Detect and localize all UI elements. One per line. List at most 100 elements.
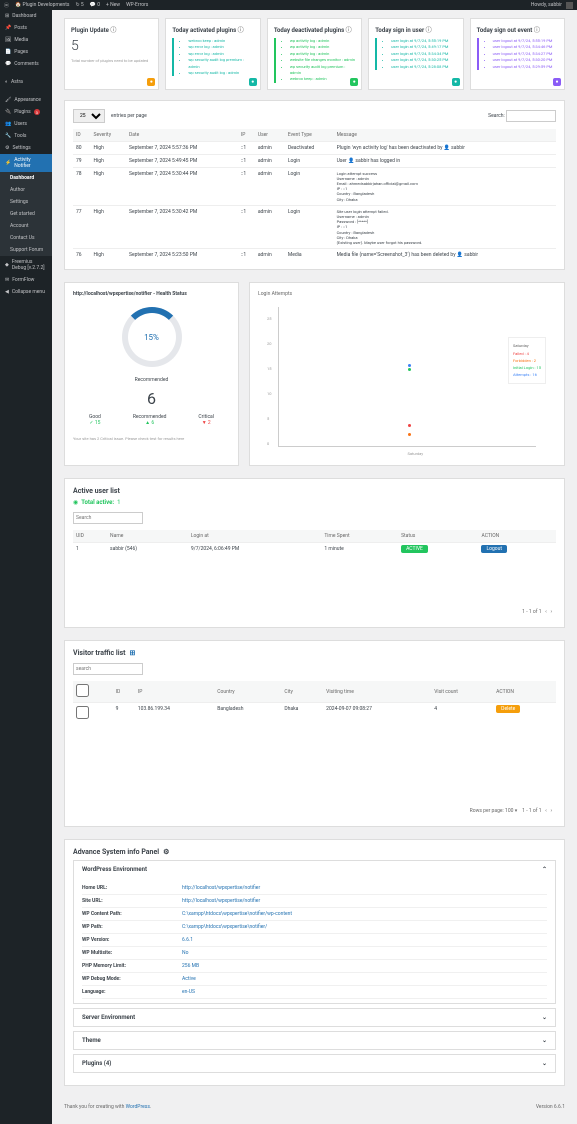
submenu-account[interactable]: Account	[0, 220, 52, 232]
visitor-title: Visitor traffic list	[73, 649, 126, 657]
wp-logo-icon[interactable]: ⓦ	[4, 2, 9, 9]
health-panel: http://localhost/wpxpertise/notifier - H…	[64, 282, 239, 466]
active-users-table: UIDNameLogin atTime SpentStatusACTION 1s…	[73, 530, 556, 555]
submenu-dashboard[interactable]: Dashboard	[0, 172, 52, 184]
search-label: Search:	[488, 113, 505, 119]
delete-button[interactable]: Delete	[496, 705, 520, 713]
card-corner-icon: ●	[452, 78, 460, 86]
comments-link[interactable]: 💬 0	[90, 2, 100, 8]
sysinfo-row: Site URL:http://localhost/wpxpertise/not…	[82, 895, 547, 908]
row-checkbox[interactable]	[76, 706, 89, 719]
summary-card: Today sign out event ⓘuser logout at 9/7…	[470, 18, 565, 90]
sidebar-item-media[interactable]: 🖼Media	[0, 34, 52, 46]
wordpress-link[interactable]: WordPress	[126, 1104, 150, 1110]
appearance-icon: 🖌	[5, 97, 11, 103]
recommended-label: Recommended	[73, 377, 230, 383]
logout-button[interactable]: Logout	[481, 545, 507, 553]
plugins-icon: 🔌	[5, 109, 11, 115]
active-search-input[interactable]	[73, 512, 143, 524]
sidebar-item-posts[interactable]: 📌Posts	[0, 22, 52, 34]
submenu-support[interactable]: Support Forum	[0, 244, 52, 256]
sidebar-item-astra[interactable]: ◐Astra	[0, 76, 52, 88]
sidebar-item-settings[interactable]: ⚙Settings	[0, 142, 52, 154]
login-chart-panel: Login Attempts 0 5 10 15 20 25 Saturday …	[249, 282, 565, 466]
sidebar-item-comments[interactable]: 💬Comments	[0, 58, 52, 70]
visitor-row: 9103.86.199.34BangladeshDhaka2024-09-07 …	[73, 703, 556, 725]
pages-icon: 📄	[5, 49, 11, 55]
accordion-wp-env: WordPress Environment⌃ Home URL:http://l…	[73, 860, 556, 1004]
accordion-plugins: Plugins (4)⌄	[73, 1054, 556, 1073]
submenu-settings[interactable]: Settings	[0, 196, 52, 208]
sidebar-item-users[interactable]: 👥Users	[0, 118, 52, 130]
freemius-icon: ◆	[5, 262, 9, 268]
accordion-head-plugins[interactable]: Plugins (4)⌄	[74, 1055, 555, 1072]
active-user-row: 1sabbir (546)9/7/2024, 6:06:49 PM1 minut…	[73, 543, 556, 556]
wperrors-link[interactable]: WP-Errors	[126, 2, 148, 8]
entries-label: entries per page	[111, 113, 147, 119]
sidebar-item-dashboard[interactable]: ⊞Dashboard	[0, 10, 52, 22]
chart-legend: Saturday Failed : 4Forbidden : 2Initial …	[508, 337, 546, 384]
active-users-panel: Active user list ◉ Total active: 1 UIDNa…	[64, 478, 565, 628]
collapse-icon: ◀	[5, 289, 9, 295]
chart-area: 0 5 10 15 20 25 Saturday Failed : 4Forbi…	[278, 307, 536, 447]
good-val: ✓ 15	[89, 420, 101, 426]
howdy-link[interactable]: Howdy, sabbir	[531, 2, 562, 8]
submenu-getstarted[interactable]: Get started	[0, 208, 52, 220]
chevron-down-icon: ⌄	[542, 1014, 547, 1021]
users-icon: 👥	[5, 121, 11, 127]
settings-icon: ⚙	[5, 145, 9, 151]
health-count: 6	[73, 389, 230, 408]
sysinfo-row: WP Path:C:\xampp\htdocs\wpxpertise\notif…	[82, 921, 547, 934]
collapse-menu[interactable]: ◀Collapse menu	[0, 286, 52, 298]
updates-link[interactable]: ↻ 5	[75, 2, 83, 8]
new-link[interactable]: + New	[106, 2, 120, 8]
log-table: IDSeverityDateIPUserEvent TypeMessage 80…	[73, 129, 556, 261]
entries-per-page-select[interactable]: 25	[73, 109, 105, 123]
astra-icon: ◐	[5, 79, 8, 85]
critical-val: ▼ 2	[198, 420, 214, 426]
admin-sidebar: ⊞Dashboard 📌Posts 🖼Media 📄Pages 💬Comment…	[0, 10, 52, 1124]
sysinfo-gear-icon[interactable]: ⚙	[163, 848, 169, 856]
sysinfo-panel: Advance System info Panel ⚙ WordPress En…	[64, 839, 565, 1086]
visitor-pagination: Rows per page: 100 ▾ 1 - 1 of 1 ‹ ›	[73, 804, 556, 818]
admin-topbar: ⓦ 🏠 Plugin Developments ↻ 5 💬 0 + New WP…	[0, 0, 577, 10]
chevron-down-icon: ⌄	[542, 1060, 547, 1067]
total-active-icon: ◉	[73, 499, 78, 506]
activity-icon: ⚡	[5, 160, 11, 166]
chart-point-initial	[408, 368, 411, 371]
site-home-link[interactable]: 🏠 Plugin Developments	[15, 2, 69, 8]
card-corner-icon: ●	[553, 78, 561, 86]
visitor-panel: Visitor traffic list ⊞ IDIPCountryCityVi…	[64, 640, 565, 827]
visitor-search-input[interactable]	[73, 663, 143, 675]
select-all-checkbox[interactable]	[76, 684, 89, 697]
active-pagination: 1 - 1 of 1 ‹ ›	[73, 605, 556, 619]
avatar-icon[interactable]	[566, 2, 573, 9]
accordion-head-wp-env[interactable]: WordPress Environment⌃	[74, 861, 555, 878]
submenu-contact[interactable]: Contact Us	[0, 232, 52, 244]
sysinfo-row: WP Content Path:C:\xampp\htdocs\wpxperti…	[82, 908, 547, 921]
log-row: 76HighSeptember 7, 2024 5:23:50 PM::1adm…	[73, 249, 556, 262]
summary-card: Today activated plugins ⓘwebroo keep : a…	[165, 18, 260, 90]
sysinfo-row: WP Debug Mode:Active	[82, 973, 547, 986]
active-users-title: Active user list	[73, 487, 556, 495]
sidebar-item-activity-notifier[interactable]: ⚡Activity Notifier	[0, 154, 52, 172]
sidebar-item-plugins[interactable]: 🔌Plugins 3	[0, 106, 52, 118]
visitor-table: IDIPCountryCityVisiting timeVisit countA…	[73, 681, 556, 724]
comments-icon: 💬	[5, 61, 11, 67]
chevron-down-icon: ⌄	[542, 1037, 547, 1044]
chart-title: Login Attempts	[258, 291, 556, 297]
chart-point-attempts	[408, 364, 411, 367]
sidebar-item-formflow[interactable]: ✉FormFlow	[0, 274, 52, 286]
visitor-settings-icon[interactable]: ⊞	[130, 649, 136, 657]
sidebar-item-pages[interactable]: 📄Pages	[0, 46, 52, 58]
sysinfo-title: Advance System info Panel	[73, 848, 159, 856]
sidebar-item-tools[interactable]: 🔧Tools	[0, 130, 52, 142]
health-note: Your site has 2 Critical issue. Please c…	[73, 436, 230, 441]
summary-card: Today sign in user ⓘuser login at 9/7/24…	[368, 18, 463, 90]
sidebar-item-freemius[interactable]: ◆Freemius Debug [v.2.7.2]	[0, 256, 52, 274]
accordion-head-theme[interactable]: Theme⌄	[74, 1032, 555, 1049]
submenu-author[interactable]: Author	[0, 184, 52, 196]
sidebar-item-appearance[interactable]: 🖌Appearance	[0, 94, 52, 106]
summary-card: Today deactivated plugins ⓘwp activity l…	[267, 18, 362, 90]
log-search-input[interactable]	[506, 110, 556, 122]
